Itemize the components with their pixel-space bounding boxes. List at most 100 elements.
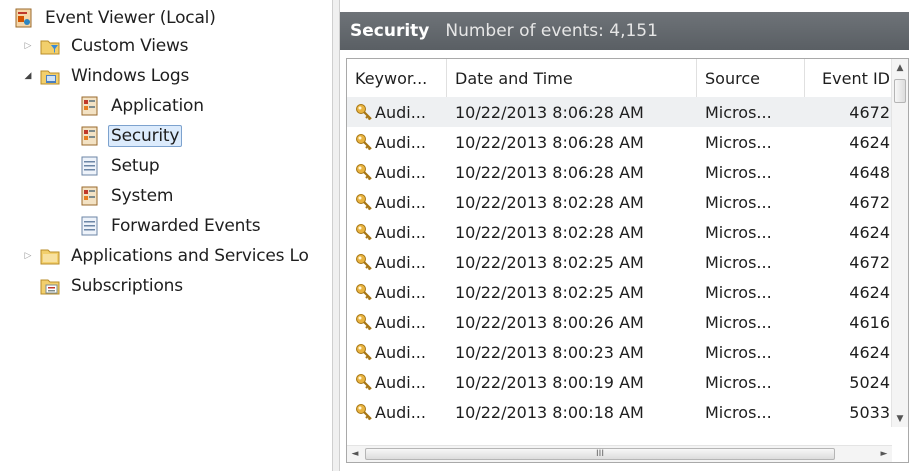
windows-logs-icon	[40, 70, 60, 85]
folder-filter-icon	[40, 40, 60, 55]
cell-event-id: 4616	[849, 312, 890, 332]
cell-keywords-text: Audi...	[375, 162, 426, 182]
column-header-keywords[interactable]: Keywor...	[347, 59, 447, 97]
tree-item-setup[interactable]: Setup	[80, 152, 162, 180]
cell-date-time: 10/22/2013 8:00:18 AM	[455, 402, 644, 422]
column-header-date-time[interactable]: Date and Time	[447, 59, 697, 97]
scroll-down-icon[interactable]: ▼	[892, 410, 908, 427]
tree-item-label: Subscriptions	[71, 276, 183, 296]
cell-event-id: 4672	[849, 252, 890, 272]
navigation-tree: Event Viewer (Local) ▷ Custom Views ◢ Wi…	[0, 0, 332, 471]
event-row[interactable]: Audi... 10/22/2013 8:00:18 AM Micros... 503…	[347, 397, 892, 427]
event-viewer-icon	[15, 8, 32, 28]
log-icon	[81, 126, 98, 146]
cell-keywords: Audi...	[347, 127, 447, 157]
key-icon	[356, 404, 372, 421]
cell-keywords-text: Audi...	[375, 372, 426, 392]
tree-item-label: Setup	[111, 156, 160, 176]
column-header-source[interactable]: Source	[697, 59, 805, 97]
tree-item-windows-logs[interactable]: ◢ Windows Logs	[22, 62, 192, 90]
cell-source: Micros...	[705, 222, 772, 242]
event-count: Number of events: 4,151	[445, 21, 658, 41]
cell-keywords: Audi...	[347, 397, 447, 427]
tree-item-label: Windows Logs	[71, 66, 190, 86]
cell-source: Micros...	[705, 402, 772, 422]
tree-item-system[interactable]: System	[80, 182, 176, 210]
key-icon	[356, 344, 372, 361]
horizontal-scrollbar[interactable]: ◄ III ►	[347, 445, 892, 462]
tree-item-label: System	[111, 186, 174, 206]
tree-item-event-viewer-root[interactable]: Event Viewer (Local)	[14, 4, 219, 32]
cell-source: Micros...	[705, 132, 772, 152]
key-icon	[356, 314, 372, 331]
event-row[interactable]: Audi... 10/22/2013 8:06:28 AM Micros... 467…	[347, 97, 892, 127]
event-rows: Audi... 10/22/2013 8:06:28 AM Micros... 467…	[347, 97, 892, 427]
cell-event-id: 5024	[849, 372, 890, 392]
cell-event-id: 4672	[849, 102, 890, 122]
tree-item-applications-and-services[interactable]: ▷ Applications and Services Lo	[22, 242, 312, 270]
tree-item-security[interactable]: Security	[80, 122, 183, 150]
event-row[interactable]: Audi... 10/22/2013 8:02:25 AM Micros... 462…	[347, 277, 892, 307]
key-icon	[356, 224, 372, 241]
event-row[interactable]: Audi... 10/22/2013 8:02:25 AM Micros... 467…	[347, 247, 892, 277]
cell-keywords-text: Audi...	[375, 102, 426, 122]
cell-source: Micros...	[705, 372, 772, 392]
folder-icon	[40, 249, 60, 265]
cell-keywords-text: Audi...	[375, 252, 426, 272]
event-row[interactable]: Audi... 10/22/2013 8:02:28 AM Micros... 462…	[347, 217, 892, 247]
horizontal-scroll-thumb[interactable]: III	[365, 448, 835, 460]
expand-arrow-icon[interactable]: ▷	[22, 41, 34, 51]
cell-date-time: 10/22/2013 8:00:19 AM	[455, 372, 644, 392]
cell-keywords-text: Audi...	[375, 342, 426, 362]
event-row[interactable]: Audi... 10/22/2013 8:00:26 AM Micros... 461…	[347, 307, 892, 337]
panel-title: Security	[350, 21, 430, 41]
event-row[interactable]: Audi... 10/22/2013 8:00:19 AM Micros... 502…	[347, 367, 892, 397]
tree-item-label: Application	[111, 96, 204, 116]
column-header-event-id[interactable]: Event ID	[805, 59, 892, 97]
scroll-right-icon[interactable]: ►	[876, 446, 892, 462]
scroll-grip-icon: III	[596, 449, 604, 459]
tree-item-label: Applications and Services Lo	[71, 246, 309, 266]
event-row[interactable]: Audi... 10/22/2013 8:06:28 AM Micros... 464…	[347, 157, 892, 187]
key-icon	[356, 134, 372, 151]
cell-keywords: Audi...	[347, 187, 447, 217]
cell-event-id: 5033	[849, 402, 890, 422]
key-icon	[356, 104, 372, 121]
cell-date-time: 10/22/2013 8:02:28 AM	[455, 222, 644, 242]
tree-item-label: Forwarded Events	[111, 216, 261, 236]
cell-keywords: Audi...	[347, 307, 447, 337]
tree-item-label: Custom Views	[71, 36, 189, 56]
event-row[interactable]: Audi... 10/22/2013 8:00:23 AM Micros... 462…	[347, 337, 892, 367]
panel-header: Security Number of events: 4,151	[340, 12, 909, 50]
cell-event-id: 4648	[849, 162, 890, 182]
vertical-scrollbar[interactable]: ▲ ▼	[891, 59, 908, 427]
cell-event-id: 4624	[849, 342, 890, 362]
pane-splitter[interactable]	[332, 0, 340, 471]
cell-keywords-text: Audi...	[375, 402, 426, 422]
cell-source: Micros...	[705, 192, 772, 212]
scroll-left-icon[interactable]: ◄	[347, 446, 363, 462]
log-plain-icon	[81, 156, 98, 176]
cell-keywords: Audi...	[347, 217, 447, 247]
cell-keywords-text: Audi...	[375, 222, 426, 242]
tree-item-subscriptions[interactable]: Subscriptions	[40, 272, 186, 300]
log-icon	[81, 96, 98, 116]
vertical-scroll-thumb[interactable]	[894, 79, 906, 103]
cell-keywords: Audi...	[347, 337, 447, 367]
cell-date-time: 10/22/2013 8:00:26 AM	[455, 312, 644, 332]
cell-event-id: 4624	[849, 282, 890, 302]
event-row[interactable]: Audi... 10/22/2013 8:06:28 AM Micros... 462…	[347, 127, 892, 157]
tree-item-application[interactable]: Application	[80, 92, 207, 120]
tree-item-forwarded-events[interactable]: Forwarded Events	[80, 212, 263, 240]
log-plain-icon	[81, 216, 98, 236]
cell-keywords-text: Audi...	[375, 312, 426, 332]
collapse-arrow-icon[interactable]: ◢	[22, 71, 34, 81]
cell-event-id: 4624	[849, 132, 890, 152]
key-icon	[356, 254, 372, 271]
key-icon	[356, 284, 372, 301]
event-row[interactable]: Audi... 10/22/2013 8:02:28 AM Micros... 467…	[347, 187, 892, 217]
tree-item-custom-views[interactable]: ▷ Custom Views	[22, 32, 191, 60]
expand-arrow-icon[interactable]: ▷	[22, 251, 34, 261]
subscriptions-icon	[40, 279, 60, 295]
scroll-up-icon[interactable]: ▲	[892, 59, 908, 76]
